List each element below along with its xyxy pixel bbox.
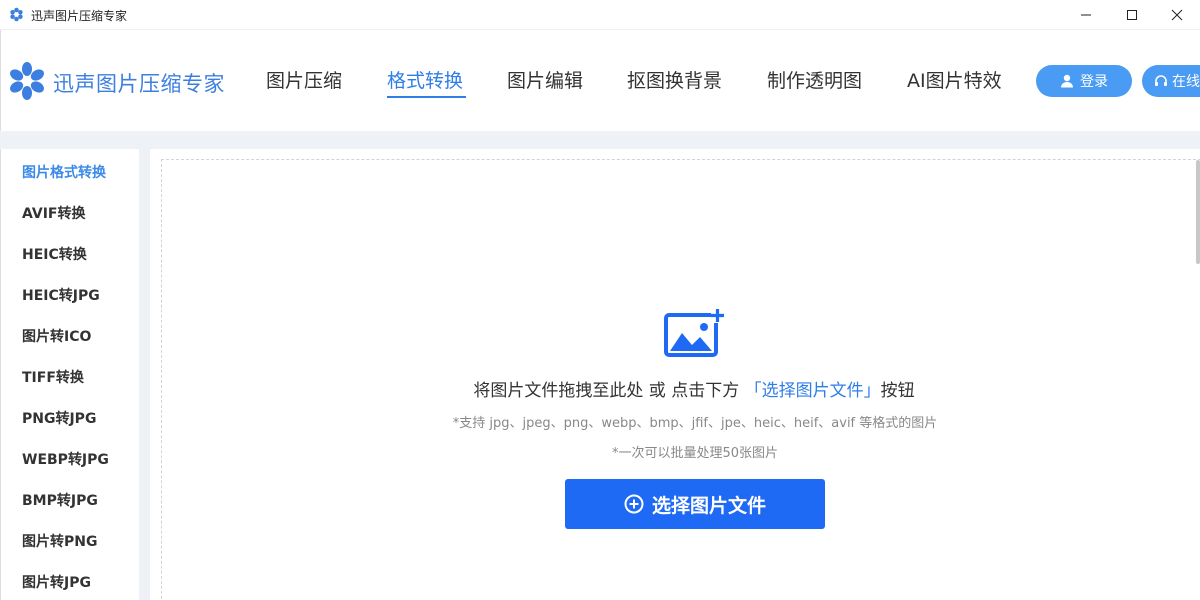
plus-circle-icon <box>624 494 644 514</box>
maximize-icon <box>1127 10 1137 20</box>
title-bar: 迅声图片压缩专家 <box>0 0 1200 30</box>
scrollbar[interactable] <box>1196 160 1200 264</box>
window-title: 迅声图片压缩专家 <box>31 9 128 23</box>
supported-formats-note: *支持 jpg、jpeg、png、webp、bmp、jfif、jpe、heic、… <box>452 416 938 431</box>
headset-icon <box>1155 75 1167 86</box>
sidebar-item-to-png[interactable]: 图片转PNG <box>22 531 97 551</box>
tab-image-edit[interactable]: 图片编辑 <box>507 66 583 93</box>
sidebar-item-ico[interactable]: 图片转ICO <box>22 326 91 346</box>
sidebar-item-heic-jpg[interactable]: HEIC转JPG <box>22 285 100 305</box>
sidebar-item-avif[interactable]: AVIF转换 <box>22 203 86 223</box>
drop-text-after: 按钮 <box>880 381 915 401</box>
main-panel <box>150 149 1200 600</box>
drop-text-highlight: 「选择图片文件」 <box>744 381 881 401</box>
logo-icon <box>10 62 44 100</box>
close-icon <box>1171 9 1183 21</box>
online-label: 在线 <box>1172 74 1200 90</box>
brand-name: 迅声图片压缩专家 <box>53 72 225 96</box>
active-tab-underline <box>387 96 466 98</box>
tab-ai-effects[interactable]: AI图片特效 <box>907 66 1002 93</box>
select-image-files-button[interactable]: 选择图片文件 <box>565 479 825 529</box>
tab-make-transparent[interactable]: 制作透明图 <box>767 66 862 93</box>
app-header: 迅声图片压缩专家 图片压缩 格式转换 图片编辑 抠图换背景 制作透明图 AI图片… <box>0 30 1200 131</box>
online-service-button[interactable]: 在线 <box>1142 65 1200 97</box>
minimize-button[interactable] <box>1063 0 1109 30</box>
close-button[interactable] <box>1154 0 1200 30</box>
drop-instruction: 将图片文件拖拽至此处 或 点击下方 「选择图片文件」按钮 <box>0 376 1200 401</box>
maximize-button[interactable] <box>1109 0 1155 30</box>
login-button[interactable]: 登录 <box>1036 65 1132 97</box>
add-image-icon <box>664 307 724 357</box>
select-button-label: 选择图片文件 <box>651 494 766 517</box>
login-label: 登录 <box>1080 74 1108 90</box>
sidebar-item-bmp-jpg[interactable]: BMP转JPG <box>22 490 98 510</box>
batch-limit-note: *一次可以批量处理50张图片 <box>611 446 779 461</box>
sidebar: 图片格式转换 AVIF转换 HEIC转换 HEIC转JPG 图片转ICO TIF… <box>0 149 139 600</box>
tab-format-convert[interactable]: 格式转换 <box>387 66 463 93</box>
tab-cutout-background[interactable]: 抠图换背景 <box>627 66 722 93</box>
sidebar-item-format-convert[interactable]: 图片格式转换 <box>22 162 106 182</box>
user-icon <box>1061 74 1073 88</box>
drop-text-before: 将图片文件拖拽至此处 或 点击下方 <box>473 381 745 401</box>
sidebar-item-to-jpg[interactable]: 图片转JPG <box>22 572 91 592</box>
minimize-icon <box>1081 14 1091 16</box>
app-flower-icon <box>10 7 23 22</box>
tab-image-compress[interactable]: 图片压缩 <box>266 66 342 93</box>
sidebar-item-heic[interactable]: HEIC转换 <box>22 244 87 264</box>
